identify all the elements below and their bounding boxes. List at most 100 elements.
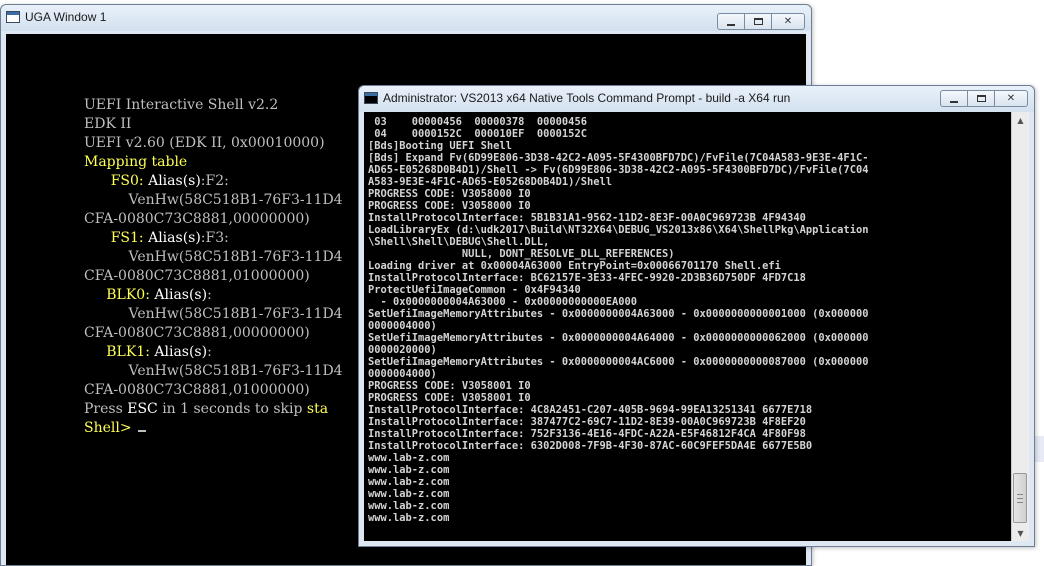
console-line: www.lab-z.com: [368, 512, 450, 524]
uefi-line: UEFI Interactive Shell v2.2: [84, 96, 343, 115]
console-line: AD65-E05268D0B4D1)/Shell -> Fv(6D99E806-…: [368, 164, 869, 176]
maximize-icon[interactable]: [744, 13, 772, 30]
cmd-window[interactable]: Administrator: VS2013 x64 Native Tools C…: [358, 85, 1035, 547]
uefi-line: CFA-0080C73C8881,01000000): [84, 267, 343, 286]
console-line: Loading driver at 0x00004A63000 EntryPoi…: [368, 260, 781, 272]
uefi-text-segment: Press: [84, 401, 128, 417]
uefi-text-segment: :: [207, 344, 212, 360]
console-line: InstallProtocolInterface: 4C8A2451-C207-…: [368, 404, 813, 416]
console-line: SetUefiImageMemoryAttributes - 0x0000000…: [368, 332, 869, 344]
uefi-text-segment: :F3:: [200, 230, 229, 246]
uga-window-title: UGA Window 1: [25, 10, 107, 24]
uefi-line: CFA-0080C73C8881,01000000): [84, 381, 343, 400]
console-line: www.lab-z.com: [368, 488, 450, 500]
uefi-shell-output: UEFI Interactive Shell v2.2 EDK II UEFI v2…: [84, 96, 343, 438]
console-line: InstallProtocolInterface: 6302D008-7F9B-…: [368, 440, 813, 452]
uefi-text-segment: VenHw(58C518B1-76F3-11D4: [84, 363, 343, 379]
console-line: www.lab-z.com: [368, 500, 450, 512]
minimize-icon[interactable]: [717, 13, 745, 30]
uefi-line: CFA-0080C73C8881,00000000): [84, 210, 343, 229]
console-line: InstallProtocolInterface: 752F3136-4E16-…: [368, 428, 806, 440]
uefi-text-segment: Alias(s): [143, 173, 201, 189]
console-line: [Bds] Expand Fv(6D99E806-3D38-42C2-A095-…: [368, 152, 869, 164]
uefi-text-segment: sta: [306, 401, 329, 417]
uefi-text-segment: ESC: [127, 401, 158, 417]
uefi-line: Shell>: [84, 419, 343, 438]
uefi-line: VenHw(58C518B1-76F3-11D4: [84, 305, 343, 324]
uefi-line: EDK II: [84, 115, 343, 134]
uefi-text-segment: CFA-0080C73C8881,01000000): [84, 382, 310, 398]
console-line: NULL, DONT_RESOLVE_DLL_REFERENCES): [368, 248, 675, 260]
uefi-line: CFA-0080C73C8881,00000000): [84, 324, 343, 343]
cmd-window-title: Administrator: VS2013 x64 Native Tools C…: [383, 91, 791, 105]
uefi-text-segment: BLK1:: [84, 344, 150, 360]
console-line: www.lab-z.com: [368, 464, 450, 476]
console-line: www.lab-z.com: [368, 452, 450, 464]
console-line: SetUefiImageMemoryAttributes - 0x0000000…: [368, 308, 869, 320]
maximize-icon[interactable]: [967, 90, 995, 107]
uefi-line: VenHw(58C518B1-76F3-11D4: [84, 191, 343, 210]
uefi-text-segment: EDK II: [84, 116, 132, 132]
console-line: \Shell\Shell\DEBUG\Shell.DLL,: [368, 236, 550, 248]
minimize-icon[interactable]: [940, 90, 968, 107]
console-line: 03 00000456 00000378 00000456: [368, 116, 587, 128]
console-line: 04 0000152C 000010EF 0000152C: [368, 128, 587, 140]
console-line: - 0x0000000004A63000 - 0x00000000000EA00…: [368, 296, 638, 308]
vertical-scrollbar[interactable]: ▲ ▼: [1011, 112, 1029, 541]
uefi-line: Mapping table: [84, 153, 343, 172]
scrollbar-thumb[interactable]: [1013, 473, 1027, 523]
uefi-line: UEFI v2.60 (EDK II, 0x00010000): [84, 134, 343, 153]
uefi-text-segment: CFA-0080C73C8881,00000000): [84, 325, 310, 341]
cmd-console[interactable]: 03 00000456 00000378 00000456 04 0000152…: [364, 112, 1012, 541]
uefi-text-segment: VenHw(58C518B1-76F3-11D4: [84, 249, 343, 265]
uefi-line: VenHw(58C518B1-76F3-11D4: [84, 362, 343, 381]
console-line: 0000020000): [368, 344, 437, 356]
uefi-text-segment: CFA-0080C73C8881,00000000): [84, 211, 310, 227]
uefi-text-segment: FS0:: [84, 173, 144, 189]
uefi-text-segment: CFA-0080C73C8881,01000000): [84, 268, 310, 284]
uefi-text-segment: VenHw(58C518B1-76F3-11D4: [84, 306, 343, 322]
console-line: PROGRESS CODE: V3058001 I0: [368, 380, 531, 392]
close-icon[interactable]: ✕: [994, 90, 1028, 107]
console-line: LoadLibraryEx (d:\udk2017\Build\NT32X64\…: [368, 224, 869, 236]
cmd-output: 03 00000456 00000378 00000456 04 0000152…: [368, 116, 868, 524]
uefi-line: Press ESC in 1 seconds to skip sta: [84, 400, 343, 419]
uefi-text-segment: Shell>: [84, 420, 137, 436]
uefi-text-segment: Alias(s): [149, 287, 208, 303]
console-line: A583-9E3E-4F1C-AD65-E05268D0B4D1)/Shell: [368, 176, 612, 188]
uefi-text-segment: UEFI Interactive Shell v2.2: [84, 97, 279, 113]
console-line: PROGRESS CODE: V3058000 I0: [368, 200, 531, 212]
uefi-text-segment: :F2:: [200, 173, 229, 189]
uefi-line: FS0: Alias(s):F2:: [84, 172, 343, 191]
console-line: www.lab-z.com: [368, 476, 450, 488]
uefi-line: FS1: Alias(s):F3:: [84, 229, 343, 248]
uefi-line: VenHw(58C518B1-76F3-11D4: [84, 248, 343, 267]
background-window-edge: [1034, 436, 1044, 462]
console-line: PROGRESS CODE: V3058000 I0: [368, 188, 531, 200]
console-line: PROGRESS CODE: V3058001 I0: [368, 392, 531, 404]
uefi-text-segment: Alias(s): [143, 230, 201, 246]
uga-titlebar[interactable]: UGA Window 1 ✕: [1, 5, 811, 31]
window-app-icon: [6, 11, 20, 23]
uefi-text-segment: UEFI v2.60 (EDK II, 0x00010000): [84, 135, 325, 151]
uefi-line: BLK0: Alias(s):: [84, 286, 343, 305]
close-icon[interactable]: ✕: [771, 13, 805, 30]
console-line: InstallProtocolInterface: 387477C2-69C7-…: [368, 416, 806, 428]
scroll-down-icon[interactable]: ▼: [1012, 525, 1029, 541]
console-line: SetUefiImageMemoryAttributes - 0x0000000…: [368, 356, 869, 368]
console-line: 0000004000): [368, 320, 437, 332]
uefi-text-segment: VenHw(58C518B1-76F3-11D4: [84, 192, 343, 208]
text-cursor: [138, 430, 147, 432]
uefi-text-segment: Alias(s): [149, 344, 208, 360]
uefi-text-segment: FS1:: [84, 230, 144, 246]
uefi-text-segment: Mapping table: [84, 154, 188, 170]
uefi-text-segment: BLK0:: [84, 287, 150, 303]
console-line: InstallProtocolInterface: 5B1B31A1-9562-…: [368, 212, 806, 224]
cmd-titlebar[interactable]: Administrator: VS2013 x64 Native Tools C…: [359, 86, 1034, 112]
scroll-up-icon[interactable]: ▲: [1012, 112, 1029, 128]
uefi-line: BLK1: Alias(s):: [84, 343, 343, 362]
console-line: ProtectUefiImageCommon - 0x4F94340: [368, 284, 581, 296]
console-line: InstallProtocolInterface: BC62157E-3E33-…: [368, 272, 806, 284]
cmd-app-icon: [364, 92, 378, 104]
console-line: [Bds]Booting UEFI Shell: [368, 140, 512, 152]
